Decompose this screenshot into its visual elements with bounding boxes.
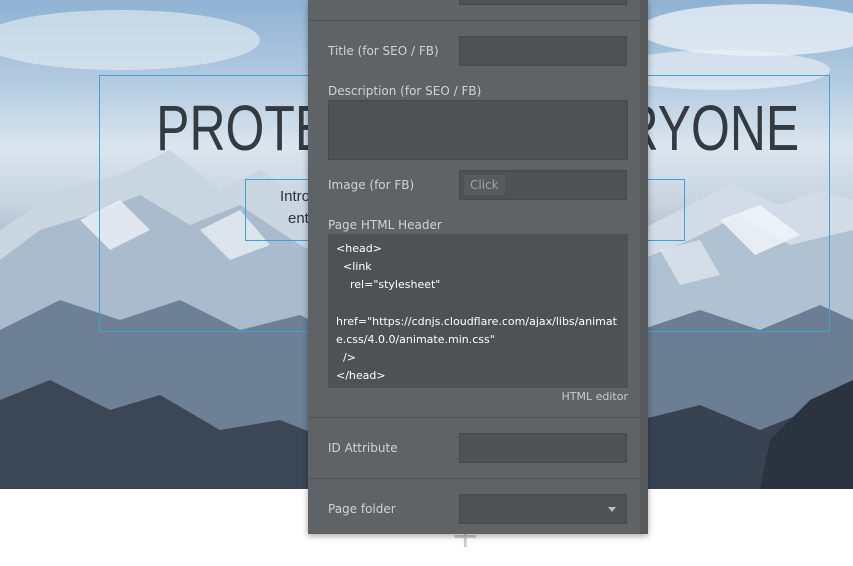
divider <box>308 20 640 21</box>
divider <box>308 417 640 418</box>
page-html-header-code[interactable]: <head> <link rel="stylesheet" href="http… <box>328 234 628 388</box>
image-label: Image (for FB) <box>328 178 415 192</box>
headline-right-fragment: RYONE <box>622 92 800 164</box>
title-label: Title (for SEO / FB) <box>328 44 439 58</box>
top-partial-field[interactable] <box>459 0 627 5</box>
chevron-down-icon <box>608 507 616 512</box>
image-upload-button[interactable]: Click <box>464 175 505 195</box>
page-folder-dropdown[interactable] <box>459 494 627 524</box>
page-html-header-label: Page HTML Header <box>328 218 442 232</box>
id-attribute-label: ID Attribute <box>328 441 398 455</box>
panel-scrollbar[interactable] <box>640 0 648 534</box>
page-folder-label: Page folder <box>328 502 396 516</box>
html-editor-link[interactable]: HTML editor <box>562 390 628 403</box>
id-attribute-input[interactable] <box>459 433 627 463</box>
image-uploader[interactable]: Click <box>459 170 627 200</box>
description-label: Description (for SEO / FB) <box>328 84 482 98</box>
page-properties-panel: Title (for SEO / FB) Description (for SE… <box>308 0 648 534</box>
divider <box>308 478 640 479</box>
description-textarea[interactable] <box>328 100 628 160</box>
title-input[interactable] <box>459 36 627 66</box>
